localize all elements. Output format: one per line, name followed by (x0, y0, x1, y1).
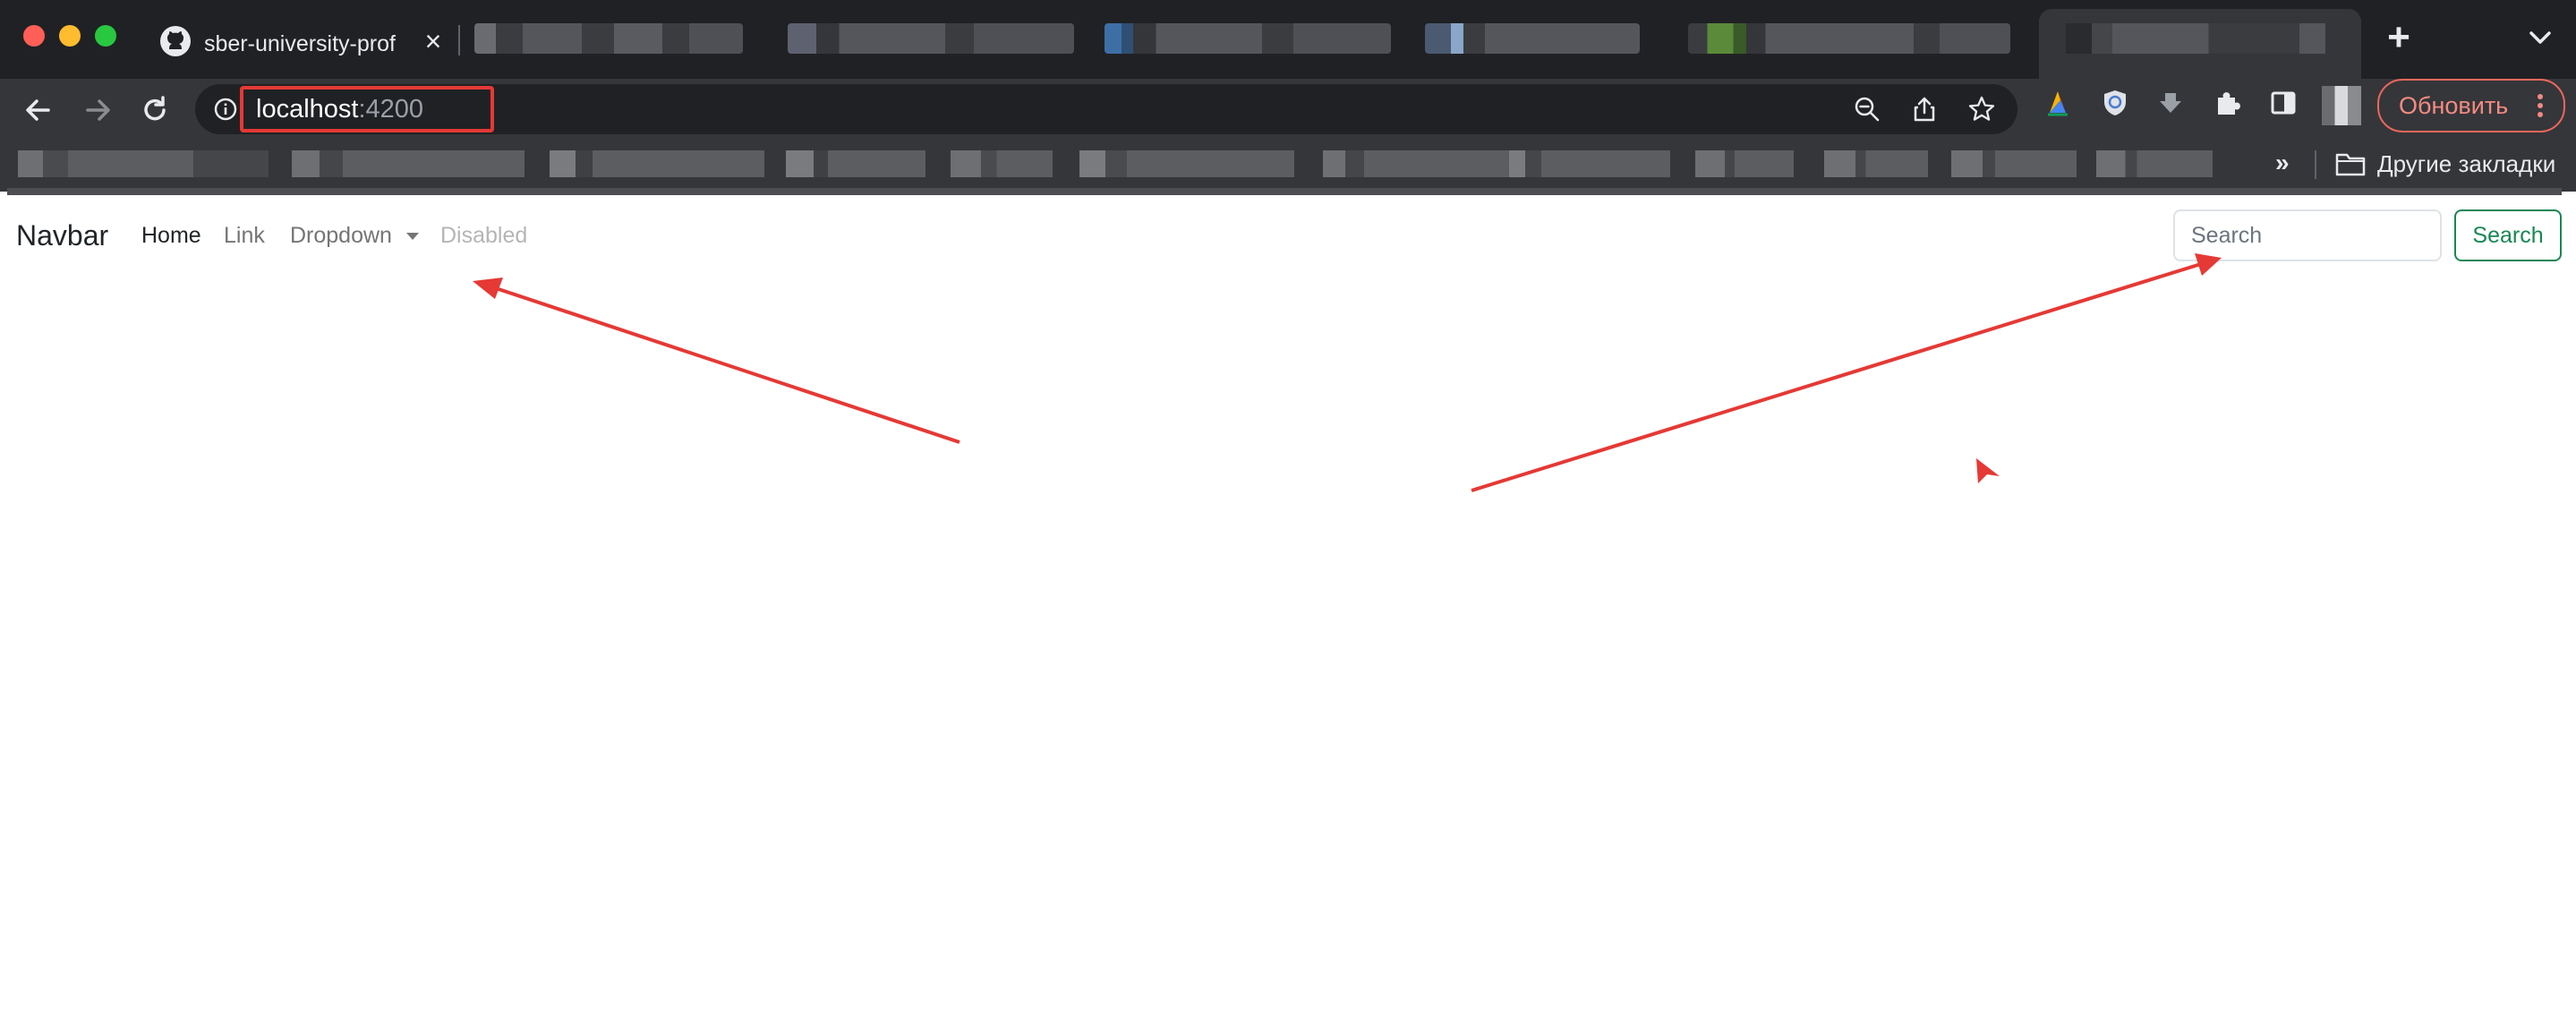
bookmark-item[interactable] (550, 150, 764, 177)
folder-icon (2335, 153, 2366, 176)
tab-blurred[interactable] (1688, 23, 2010, 54)
share-icon[interactable] (1910, 95, 1939, 124)
bookmark-item[interactable] (951, 150, 1053, 177)
star-icon[interactable] (1967, 95, 1996, 124)
address-bar[interactable]: localhost:4200 (195, 84, 2017, 134)
nav-dropdown-label: Dropdown (290, 223, 392, 248)
update-button[interactable]: Обновить (2377, 79, 2565, 132)
search-button[interactable]: Search (2454, 209, 2562, 261)
tab-separator (458, 25, 460, 55)
tab-blurred[interactable] (1425, 23, 1640, 54)
nav-link-link[interactable]: Link (224, 220, 265, 251)
side-panel-icon[interactable] (2268, 88, 2299, 118)
browser-chrome: sber-university-prof × + localhost:4200 … (0, 0, 2576, 195)
browser-toolbar: localhost:4200 (0, 79, 2576, 141)
minimize-window-button[interactable] (59, 25, 81, 47)
bookmark-item[interactable] (2096, 150, 2213, 177)
annotation-arrowhead-stray (1976, 458, 2000, 483)
url-host: localhost (256, 95, 359, 124)
bookmark-item[interactable] (1695, 150, 1794, 177)
forward-arrow-icon[interactable] (75, 88, 120, 132)
bookmark-item[interactable] (18, 150, 269, 177)
nav-link-home[interactable]: Home (141, 220, 201, 251)
bookmark-item[interactable] (1509, 150, 1670, 177)
more-vert-icon[interactable] (2531, 90, 2549, 122)
tab-active[interactable]: sber-university-prof × (143, 9, 455, 79)
url-port: :4200 (358, 95, 424, 124)
tab-blurred-last[interactable] (2039, 9, 2361, 79)
url-highlight-box: localhost:4200 (240, 86, 494, 132)
bookmark-item[interactable] (786, 150, 925, 177)
profile-avatar[interactable] (2322, 86, 2361, 125)
download-icon[interactable] (2155, 88, 2186, 118)
reload-icon[interactable] (132, 88, 177, 132)
maximize-window-button[interactable] (95, 25, 116, 47)
page-load-strip (7, 188, 2562, 195)
zoom-out-icon[interactable] (1853, 95, 1881, 124)
tab-blurred[interactable] (788, 23, 1074, 54)
extension-colorful-icon[interactable] (2043, 88, 2073, 118)
tab-strip: sber-university-prof × + (0, 0, 2576, 79)
navbar-brand[interactable]: Navbar (16, 217, 108, 254)
caret-down-icon (406, 233, 419, 240)
tab-title: sber-university-prof (204, 31, 396, 56)
info-icon[interactable] (213, 97, 238, 122)
back-arrow-icon[interactable] (16, 88, 61, 132)
bookmark-item[interactable] (1951, 150, 2077, 177)
bookmark-item[interactable] (1079, 150, 1294, 177)
bookmark-item[interactable] (1824, 150, 1928, 177)
bookmarks-separator (2315, 150, 2316, 179)
url-text[interactable]: localhost:4200 (256, 93, 423, 125)
bookmarks-bar: » Другие закладки (0, 141, 2576, 192)
annotation-arrow-left (473, 277, 960, 444)
bookmarks-overflow-button[interactable]: » (2275, 147, 2290, 179)
bookmark-item[interactable] (292, 150, 525, 177)
tab-close-icon[interactable]: × (417, 25, 449, 57)
bookmark-item[interactable] (1323, 150, 1511, 177)
page-navbar: Navbar Home Link Dropdown Disabled Searc… (0, 195, 2576, 276)
other-bookmarks-folder[interactable]: Другие закладки (2377, 149, 2555, 179)
annotation-arrow-right (1471, 253, 2222, 492)
puzzle-icon[interactable] (2213, 88, 2243, 118)
new-tab-button[interactable]: + (2379, 18, 2418, 57)
nav-link-disabled: Disabled (440, 223, 528, 248)
shield-icon[interactable] (2100, 88, 2130, 118)
chevron-down-icon[interactable] (2524, 21, 2556, 54)
tab-blurred[interactable] (474, 23, 743, 54)
close-window-button[interactable] (23, 25, 45, 47)
update-button-label: Обновить (2399, 92, 2509, 119)
tab-blurred[interactable] (1105, 23, 1391, 54)
github-icon (160, 26, 191, 56)
nav-dropdown-toggle[interactable]: Dropdown (290, 220, 419, 251)
search-input[interactable] (2173, 209, 2442, 261)
